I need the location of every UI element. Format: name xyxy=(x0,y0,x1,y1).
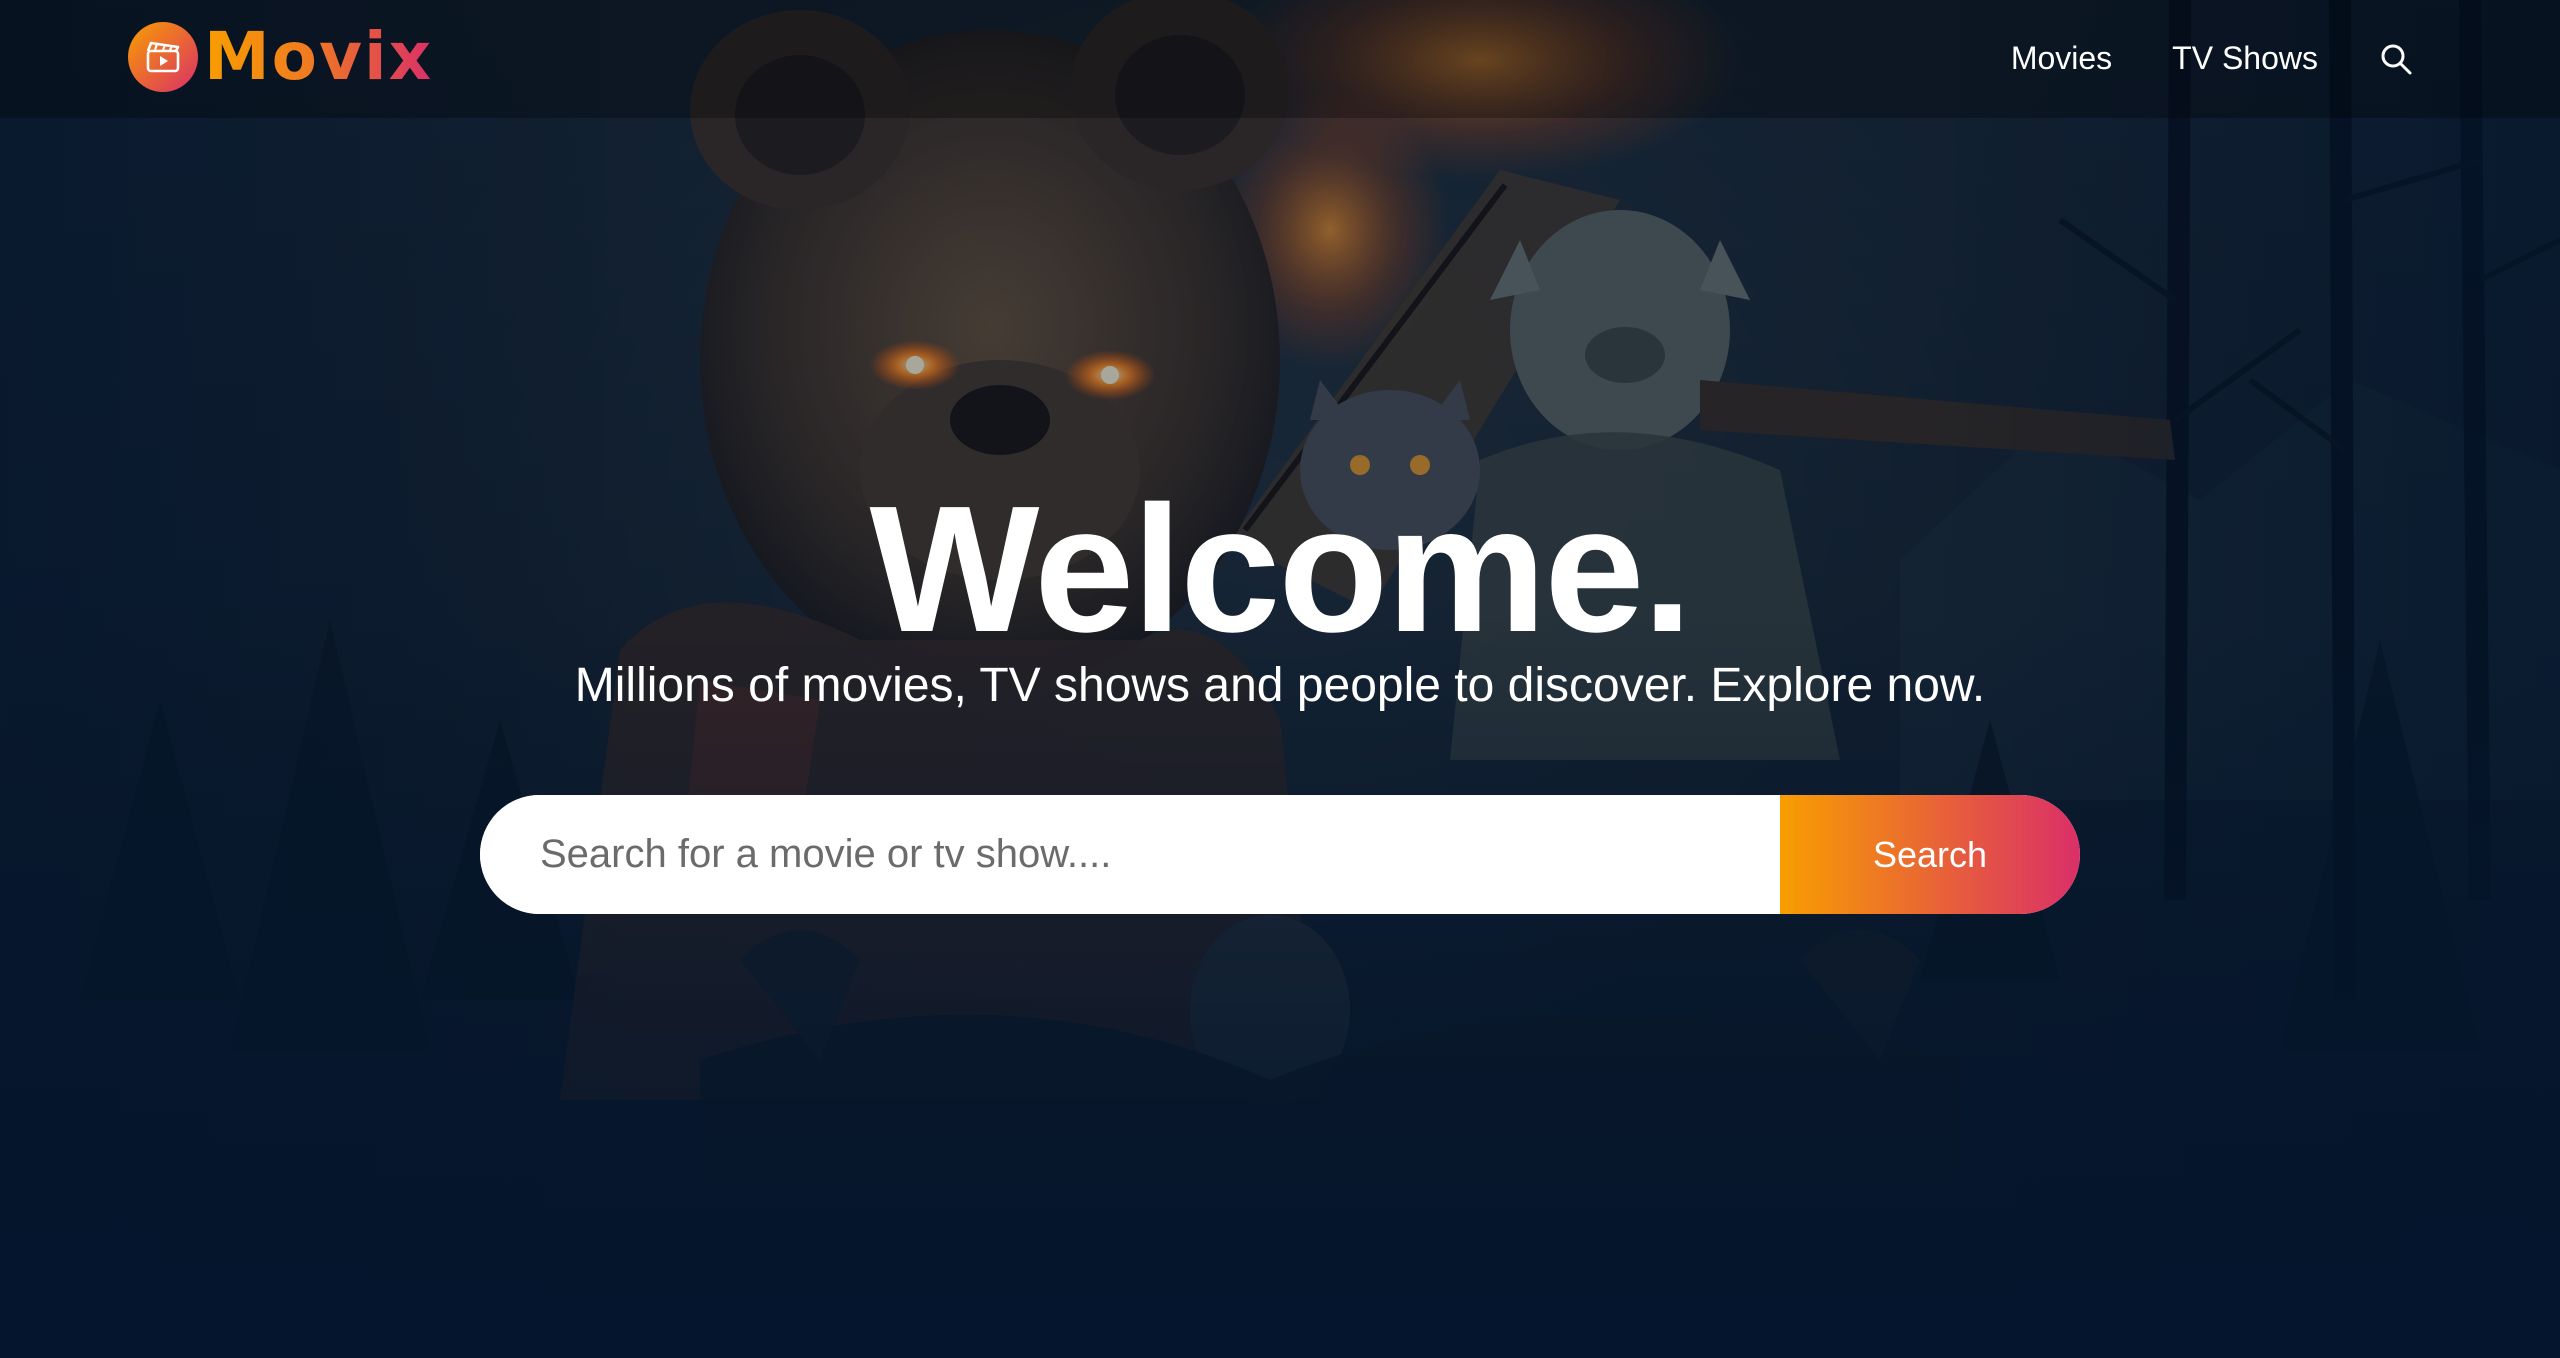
nav-item-movies[interactable]: Movies xyxy=(2011,40,2112,77)
hero-section: Welcome. Millions of movies, TV shows an… xyxy=(0,0,2560,1358)
logo[interactable]: Movix xyxy=(128,22,433,92)
hero-title: Welcome. xyxy=(869,469,1693,670)
home-page: Movix Movies TV Shows Welcome. Millions … xyxy=(0,0,2560,1358)
hero-search-bar: Search xyxy=(480,795,2080,914)
site-header: Movix Movies TV Shows xyxy=(0,0,2560,118)
clapperboard-play-icon xyxy=(128,22,198,92)
main-nav: Movies TV Shows xyxy=(2011,30,2414,86)
nav-item-tv-shows[interactable]: TV Shows xyxy=(2172,40,2318,77)
logo-wordmark: Movix xyxy=(204,18,434,95)
hero-subtitle: Millions of movies, TV shows and people … xyxy=(574,659,1986,712)
search-icon[interactable] xyxy=(2378,41,2414,77)
search-input[interactable] xyxy=(480,795,1780,914)
search-button[interactable]: Search xyxy=(1780,795,2080,914)
